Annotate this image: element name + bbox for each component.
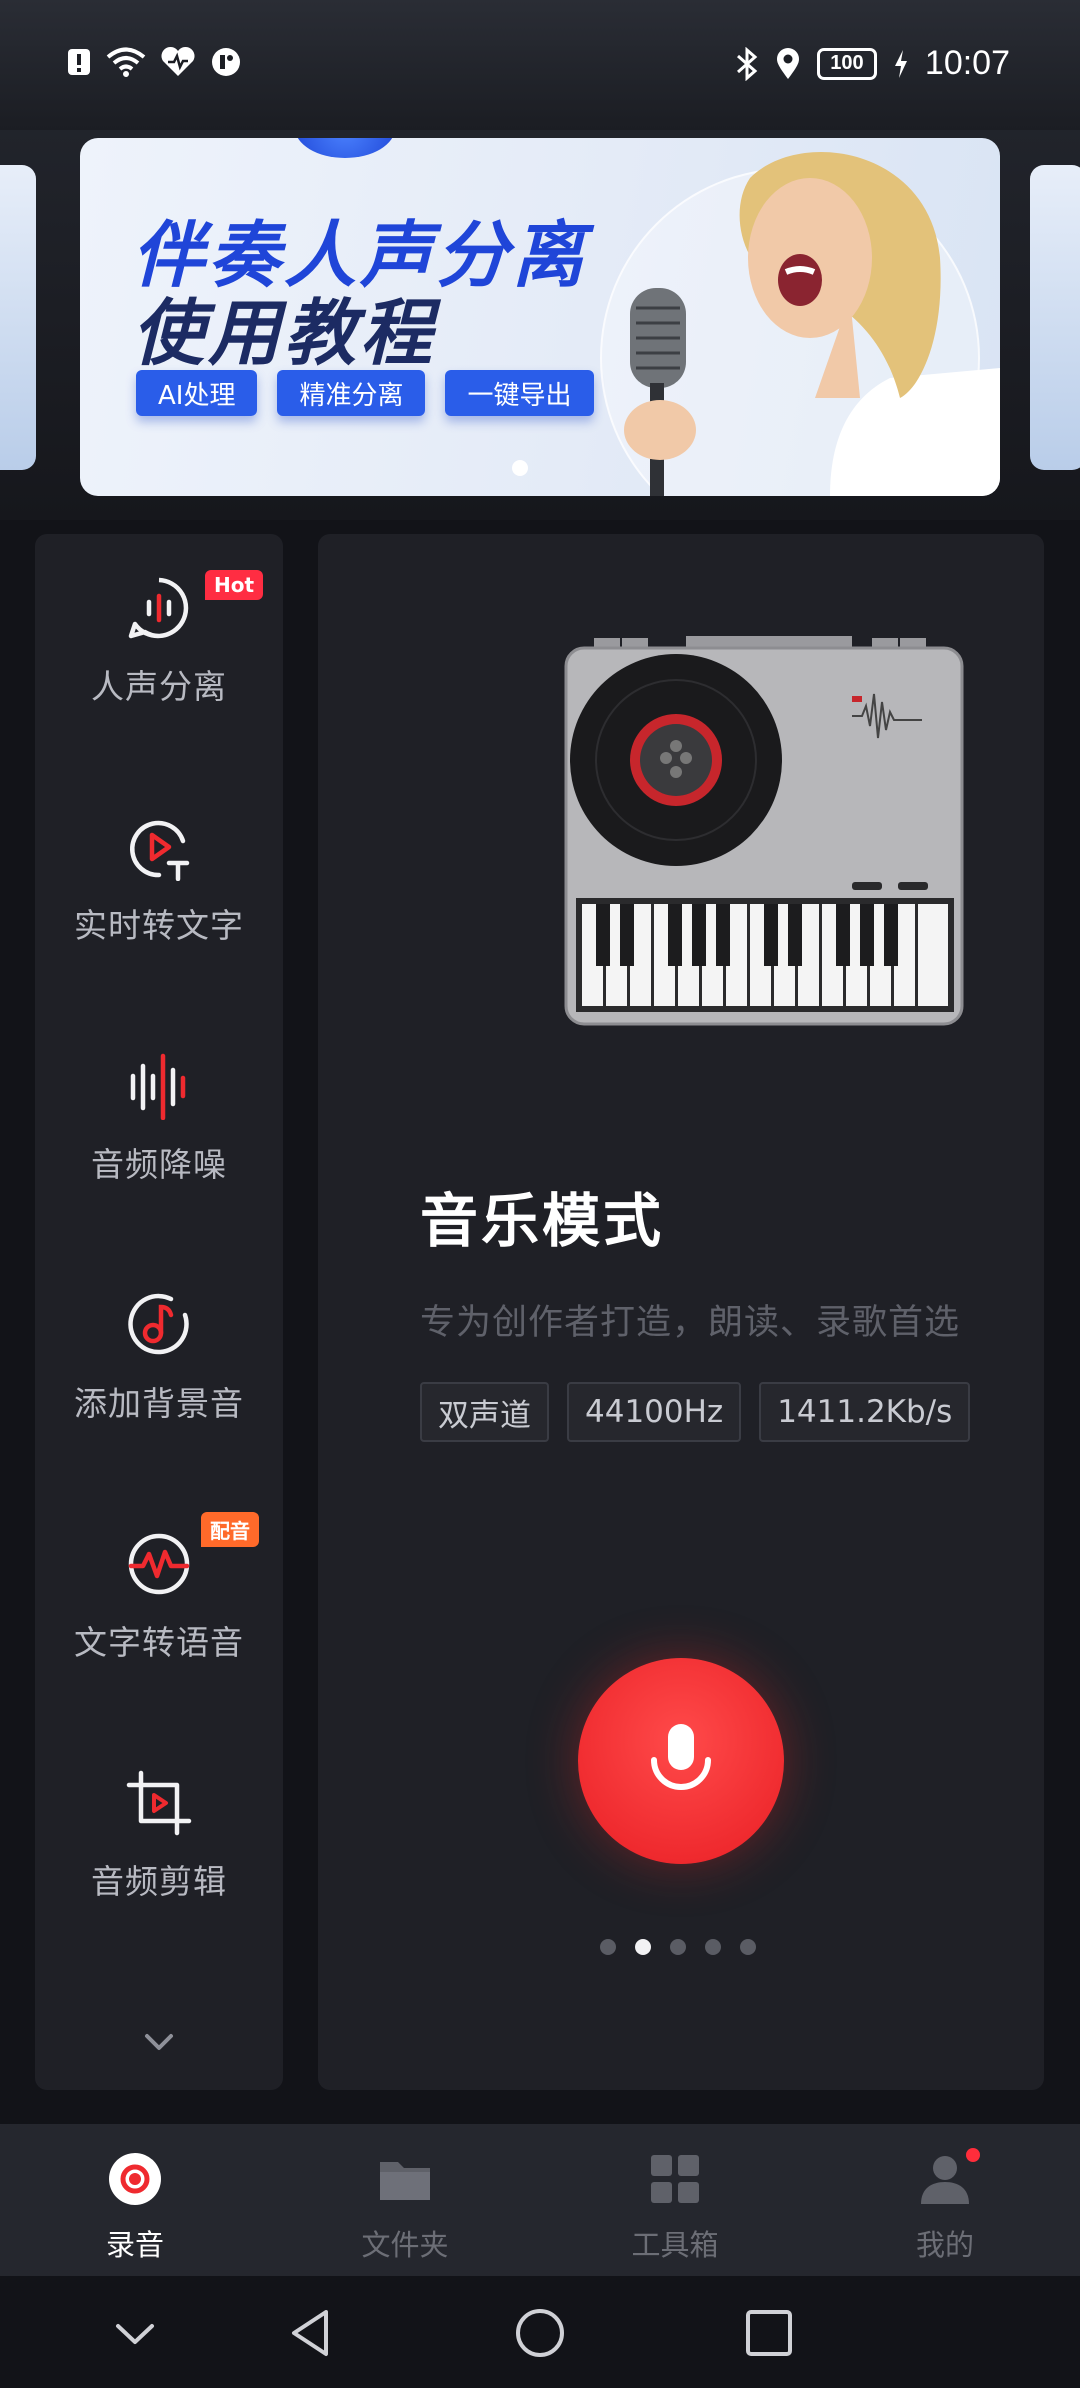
microphone-icon	[651, 1724, 711, 1790]
bottom-navigation: 录音 文件夹 工具箱 我的	[0, 2124, 1080, 2276]
nav-toolbox[interactable]: 工具箱	[540, 2124, 810, 2276]
charging-icon	[894, 49, 907, 78]
mode-title: 音乐模式	[420, 1187, 665, 1255]
record-icon	[109, 2153, 161, 2205]
spec-channels: 双声道	[420, 1382, 549, 1442]
nav-profile[interactable]: 我的	[810, 2124, 1080, 2276]
record-button[interactable]	[578, 1658, 784, 1864]
alert-icon	[68, 49, 90, 75]
profile-icon	[921, 2156, 969, 2204]
noise-reduction-icon	[130, 1053, 186, 1120]
tool-text-to-speech[interactable]: 配音 文字转语音	[35, 1490, 283, 1690]
spec-bitrate: 1411.2Kb/s	[759, 1382, 971, 1442]
tool-label: 实时转文字	[74, 906, 244, 945]
battery-icon: 100	[816, 47, 877, 80]
back-icon[interactable]	[284, 2306, 338, 2360]
page-dot[interactable]	[740, 1939, 756, 1955]
banner-title: 伴奏人声分离 使用教程	[132, 216, 588, 372]
clock: 10:07	[924, 44, 1010, 82]
page-dot[interactable]	[600, 1939, 616, 1955]
tools-panel: Hot 人声分离 实时转文字 音频降噪 添加背景音 配音 文字转语音 音频剪辑	[35, 534, 283, 2090]
bluetooth-icon	[736, 46, 758, 81]
tool-label: 音频降噪	[91, 1145, 227, 1184]
spec-chips: 双声道 44100Hz 1411.2Kb/s	[420, 1382, 971, 1442]
dub-badge: 配音	[201, 1512, 259, 1547]
folder-icon	[380, 2162, 430, 2200]
text-to-speech-icon	[128, 1533, 190, 1595]
nav-record[interactable]: 录音	[0, 2124, 270, 2276]
banner-title-line1: 伴奏人声分离	[132, 213, 589, 297]
banner-next-card[interactable]	[1030, 165, 1080, 470]
app-icon	[212, 48, 240, 76]
audio-crop-icon	[126, 1770, 192, 1836]
banner-tag: 一键导出	[445, 370, 594, 416]
recents-icon[interactable]	[742, 2306, 796, 2360]
banner-prev-card[interactable]	[0, 165, 36, 470]
nav-label: 录音	[105, 2228, 164, 2262]
background-music-icon	[128, 1293, 189, 1355]
chevron-down-icon[interactable]	[108, 2306, 162, 2360]
realtime-transcribe-icon	[130, 820, 190, 881]
tool-audio-crop[interactable]: 音频剪辑	[35, 1729, 283, 1929]
system-navigation-bar	[0, 2276, 1080, 2388]
mode-description: 专为创作者打造，朗读、录歌首选	[420, 1303, 961, 1343]
nav-label: 文件夹	[361, 2228, 449, 2262]
tool-label: 人声分离	[91, 667, 227, 706]
nav-folder[interactable]: 文件夹	[270, 2124, 540, 2276]
tool-label: 添加背景音	[74, 1384, 244, 1423]
banner-decoration	[295, 138, 395, 158]
page-dot-active[interactable]	[635, 1939, 651, 1955]
hot-badge: Hot	[205, 570, 264, 600]
tool-label: 文字转语音	[74, 1623, 244, 1662]
mode-panel: 音乐模式 专为创作者打造，朗读、录歌首选 双声道 44100Hz 1411.2K…	[318, 534, 1044, 2090]
nav-label: 工具箱	[631, 2228, 719, 2262]
location-icon	[776, 47, 799, 79]
banner[interactable]: 伴奏人声分离 使用教程 AI处理 精准分离 一键导出	[80, 138, 1000, 496]
nav-label: 我的	[915, 2228, 974, 2262]
banner-page-dot	[512, 460, 528, 476]
wifi-icon	[106, 47, 146, 77]
page-dot[interactable]	[705, 1939, 721, 1955]
banner-tag: AI处理	[136, 370, 258, 416]
toolbox-icon	[651, 2155, 699, 2203]
status-right-icons: 100 10:07	[735, 44, 1010, 83]
banner-title-line2: 使用教程	[132, 291, 437, 375]
spec-sample-rate: 44100Hz	[567, 1382, 742, 1442]
health-icon	[161, 46, 195, 76]
home-icon[interactable]	[513, 2306, 567, 2360]
banner-tag: 精准分离	[277, 370, 426, 416]
tool-background-music[interactable]: 添加背景音	[35, 1251, 283, 1451]
tool-realtime-transcribe[interactable]: 实时转文字	[35, 773, 283, 973]
status-left-icons	[66, 46, 242, 78]
voice-separation-icon	[128, 577, 189, 639]
page-dot[interactable]	[670, 1939, 686, 1955]
music-mode-illustration	[564, 636, 964, 1026]
tool-label: 音频剪辑	[91, 1862, 227, 1901]
notification-dot	[966, 2148, 980, 2162]
tool-voice-separation[interactable]: Hot 人声分离	[35, 534, 283, 734]
chevron-down-icon[interactable]	[141, 2024, 177, 2060]
singer-illustration	[624, 152, 1000, 496]
tool-noise-reduction[interactable]: 音频降噪	[35, 1012, 283, 1212]
mode-pager	[600, 1939, 756, 1955]
banner-tags: AI处理 精准分离 一键导出	[136, 370, 594, 416]
